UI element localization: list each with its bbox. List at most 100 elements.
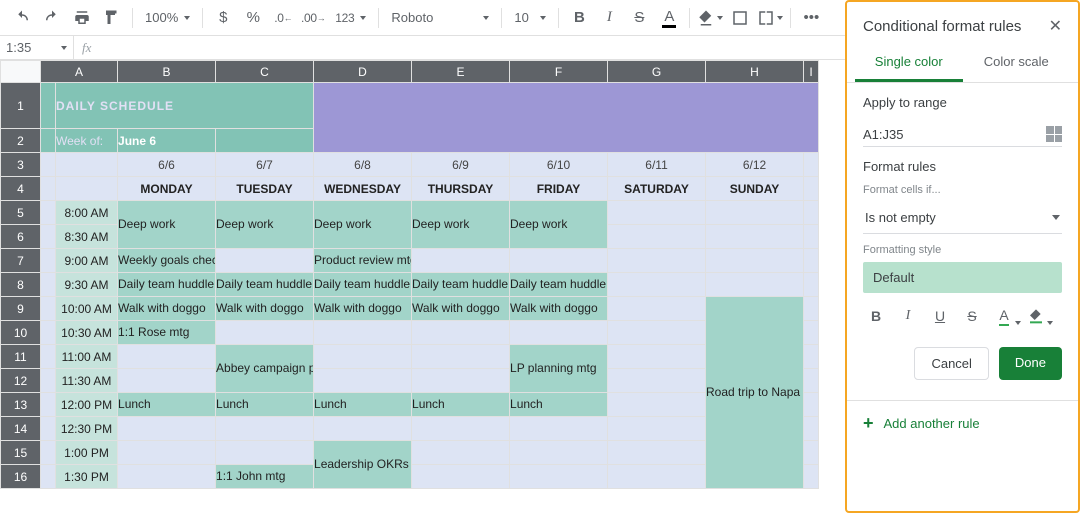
day-cell: SATURDAY xyxy=(608,177,706,201)
select-all-corner[interactable] xyxy=(1,61,41,83)
row-header[interactable]: 14 xyxy=(1,417,41,441)
row-header[interactable]: 2 xyxy=(1,129,41,153)
redo-button[interactable] xyxy=(38,4,66,32)
borders-button[interactable] xyxy=(726,4,754,32)
bold-button[interactable]: B xyxy=(565,4,593,32)
font-size-value: 10 xyxy=(514,10,528,25)
close-icon[interactable]: ✕ xyxy=(1049,16,1062,36)
day-cell: THURSDAY xyxy=(412,177,510,201)
conditional-format-panel: Conditional format rules ✕ Single color … xyxy=(845,0,1080,513)
row-header[interactable]: 3 xyxy=(1,153,41,177)
merge-cells-button[interactable] xyxy=(756,4,784,32)
event-cell: Deep work xyxy=(118,201,216,249)
row-header[interactable]: 1 xyxy=(1,83,41,129)
text-color-button[interactable]: A xyxy=(991,303,1017,329)
time-cell: 8:00 AM xyxy=(56,201,118,225)
done-button[interactable]: Done xyxy=(999,347,1062,380)
time-cell: 11:30 AM xyxy=(56,369,118,393)
row-header[interactable]: 16 xyxy=(1,465,41,489)
event-cell: Walk with doggo xyxy=(314,297,412,321)
select-range-icon[interactable] xyxy=(1046,126,1062,142)
column-header[interactable]: E xyxy=(412,61,510,83)
event-cell: 1:1 John mtg xyxy=(216,465,314,489)
event-cell: Lunch xyxy=(412,393,510,417)
format-currency-button[interactable]: $ xyxy=(209,4,237,32)
row-header[interactable]: 12 xyxy=(1,369,41,393)
time-cell: 10:00 AM xyxy=(56,297,118,321)
time-cell: 1:00 PM xyxy=(56,441,118,465)
date-cell: 6/6 xyxy=(118,153,216,177)
row-header[interactable]: 7 xyxy=(1,249,41,273)
condition-value: Is not empty xyxy=(865,210,936,225)
date-cell: 6/7 xyxy=(216,153,314,177)
tab-color-scale[interactable]: Color scale xyxy=(963,44,1071,82)
event-cell: Walk with doggo xyxy=(118,297,216,321)
font-size-dropdown[interactable]: 10 xyxy=(508,6,552,30)
row-header[interactable]: 15 xyxy=(1,441,41,465)
event-cell: Walk with doggo xyxy=(412,297,510,321)
time-cell: 8:30 AM xyxy=(56,225,118,249)
fill-color-button[interactable] xyxy=(1023,303,1049,329)
row-header[interactable]: 10 xyxy=(1,321,41,345)
plus-icon: + xyxy=(863,413,874,434)
column-header[interactable]: G xyxy=(608,61,706,83)
column-header[interactable]: C xyxy=(216,61,314,83)
event-cell: Daily team huddle mtg xyxy=(510,273,608,297)
event-cell: Walk with doggo xyxy=(510,297,608,321)
zoom-dropdown[interactable]: 100% xyxy=(139,6,196,30)
more-toolbar-button[interactable]: ••• xyxy=(797,4,825,32)
event-cell: Daily team huddle mtg xyxy=(118,273,216,297)
event-cell: Lunch xyxy=(314,393,412,417)
event-cell: Daily team huddle mtg xyxy=(314,273,412,297)
text-color-button[interactable]: A xyxy=(655,4,683,32)
column-header[interactable]: I xyxy=(804,61,819,83)
column-header[interactable]: D xyxy=(314,61,412,83)
condition-dropdown[interactable]: Is not empty xyxy=(863,202,1062,234)
row-header[interactable]: 4 xyxy=(1,177,41,201)
format-percent-button[interactable]: % xyxy=(239,4,267,32)
event-cell: Daily team huddle mtg xyxy=(412,273,510,297)
apply-range-label: Apply to range xyxy=(863,95,1062,110)
underline-button[interactable]: U xyxy=(927,303,953,329)
range-input[interactable]: A1:J35 xyxy=(863,127,903,142)
strikethrough-button[interactable]: S xyxy=(959,303,985,329)
row-header[interactable]: 11 xyxy=(1,345,41,369)
bold-button[interactable]: B xyxy=(863,303,889,329)
increase-decimal-button[interactable]: .00→ xyxy=(299,4,327,32)
day-cell: SUNDAY xyxy=(706,177,804,201)
row-header[interactable]: 13 xyxy=(1,393,41,417)
row-header[interactable]: 8 xyxy=(1,273,41,297)
row-header[interactable]: 9 xyxy=(1,297,41,321)
font-dropdown[interactable]: Roboto xyxy=(385,6,495,30)
column-header[interactable]: F xyxy=(510,61,608,83)
paint-format-button[interactable] xyxy=(98,4,126,32)
print-button[interactable] xyxy=(68,4,96,32)
time-cell: 9:30 AM xyxy=(56,273,118,297)
fill-color-button[interactable] xyxy=(696,4,724,32)
event-cell: Deep work xyxy=(216,201,314,249)
tab-single-color[interactable]: Single color xyxy=(855,44,963,82)
undo-button[interactable] xyxy=(8,4,36,32)
event-cell: Deep work xyxy=(510,201,608,249)
day-cell: FRIDAY xyxy=(510,177,608,201)
event-cell: Abbey campaign progress sync mtg xyxy=(216,345,314,393)
column-header[interactable]: B xyxy=(118,61,216,83)
strikethrough-button[interactable]: S xyxy=(625,4,653,32)
add-rule-button[interactable]: + Add another rule xyxy=(847,400,1078,446)
spreadsheet-grid[interactable]: A B C D E F G H I J 1 DAILY SCHEDULE 2 W… xyxy=(0,60,845,513)
date-cell: 6/12 xyxy=(706,153,804,177)
name-box[interactable]: 1:35 xyxy=(0,36,74,59)
style-preview[interactable]: Default xyxy=(863,262,1062,293)
more-formats-dropdown[interactable]: 123 xyxy=(329,6,372,30)
column-header[interactable]: A xyxy=(41,61,118,83)
week-of-label: Week of: xyxy=(56,129,118,153)
decrease-decimal-button[interactable]: .0← xyxy=(269,4,297,32)
formatting-style-label: Formatting style xyxy=(863,244,1062,256)
row-header[interactable]: 5 xyxy=(1,201,41,225)
event-cell: LP planning mtg xyxy=(510,345,608,393)
italic-button[interactable]: I xyxy=(895,303,921,329)
italic-button[interactable]: I xyxy=(595,4,623,32)
cancel-button[interactable]: Cancel xyxy=(914,347,988,380)
row-header[interactable]: 6 xyxy=(1,225,41,249)
column-header[interactable]: H xyxy=(706,61,804,83)
